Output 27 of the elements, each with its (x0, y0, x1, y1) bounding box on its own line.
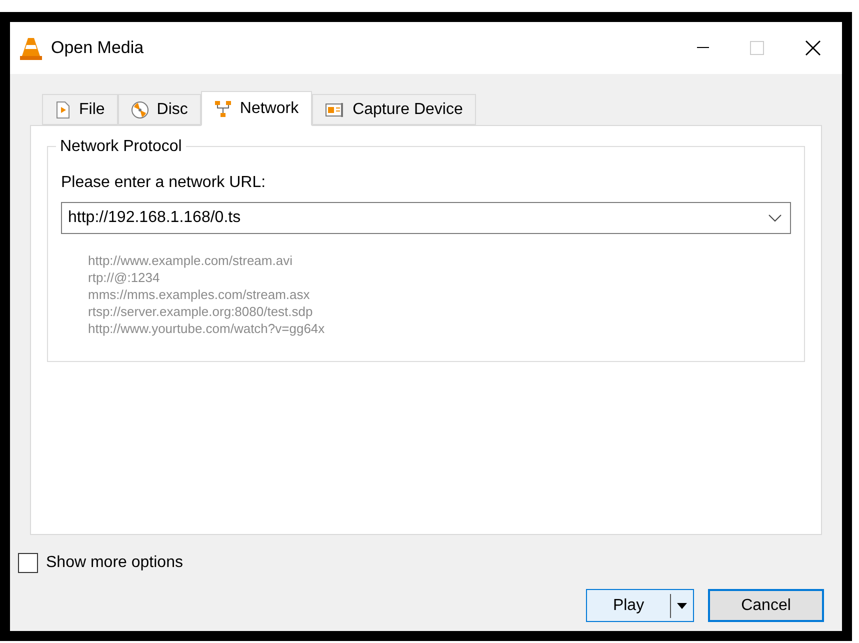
window-title: Open Media (51, 37, 144, 60)
tab[interactable]: File (42, 94, 118, 125)
capture-card-icon (324, 100, 345, 118)
tab[interactable]: Network (200, 91, 312, 126)
minimize-icon (697, 47, 709, 49)
traffic-cone-icon (20, 36, 42, 60)
dropdown-arrow-icon[interactable] (677, 602, 687, 608)
disc-icon (130, 100, 149, 118)
example-url: mms://mms.examples.com/stream.asx (88, 286, 311, 303)
tab[interactable]: Capture Device (312, 94, 476, 125)
cancel-button[interactable]: Cancel (708, 589, 824, 622)
chevron-down-icon (768, 214, 782, 222)
example-url: rtp://@:1234 (88, 269, 161, 286)
example-url: rtsp://server.example.org:8080/test.sdp (88, 303, 314, 320)
url-prompt: Please enter a network URL: (61, 173, 267, 193)
checkbox[interactable] (18, 553, 38, 573)
file-icon (55, 100, 71, 118)
checkbox-label: Show more options (46, 553, 183, 573)
play-split-button[interactable]: Play (586, 589, 694, 622)
network-icon (214, 100, 232, 118)
close-icon (805, 40, 821, 56)
url-combo-box[interactable]: http://192.168.1.168/0.ts (61, 202, 791, 234)
example-url: http://www.yourtube.com/watch?v=gg64x (88, 320, 326, 337)
tab[interactable]: Disc (118, 94, 201, 125)
maximize-icon (750, 41, 764, 55)
example-url: http://www.example.com/stream.avi (88, 252, 294, 269)
play-button[interactable]: Play (587, 594, 670, 618)
